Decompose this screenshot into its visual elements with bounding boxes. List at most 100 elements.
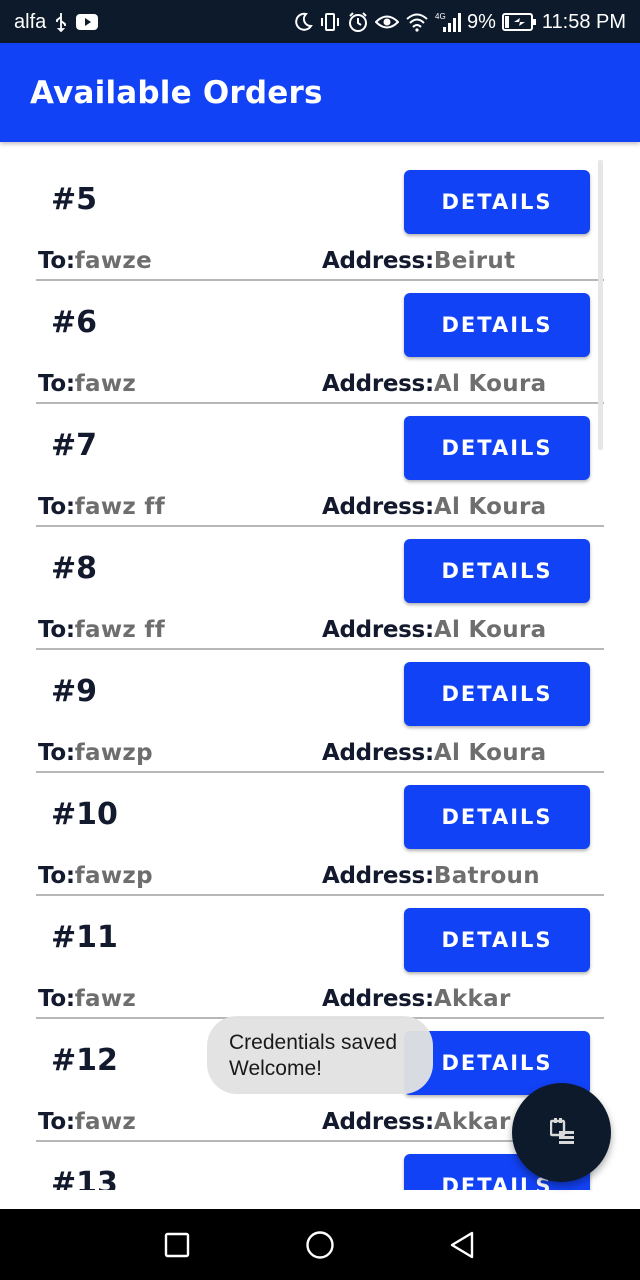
recent-apps-icon — [164, 1232, 190, 1258]
order-row: #9 DETAILS To:fawzp Address:Al Koura — [36, 650, 604, 773]
to-label: To: — [38, 248, 75, 274]
youtube-icon — [76, 11, 99, 33]
address-line: Address:Akkar — [322, 1109, 511, 1135]
battery-icon — [501, 11, 536, 33]
address-value: Al Koura — [433, 371, 547, 397]
svg-text:4G: 4G — [435, 12, 446, 21]
address-line: Address:Al Koura — [322, 740, 546, 766]
address-label: Address: — [322, 371, 434, 397]
details-button[interactable]: DETAILS — [404, 662, 590, 726]
status-left: alfa — [14, 9, 99, 35]
order-row: #8 DETAILS To:fawz ff Address:Al Koura — [36, 527, 604, 650]
to-label: To: — [38, 740, 75, 766]
recipient-name: fawz — [74, 371, 137, 397]
details-button[interactable]: DETAILS — [404, 908, 590, 972]
details-button[interactable]: DETAILS — [404, 416, 590, 480]
to-label: To: — [38, 986, 75, 1012]
recipient-line: To:fawz ff — [38, 494, 165, 520]
recipient-line: To:fawzp — [38, 740, 153, 766]
page-title: Available Orders — [30, 75, 323, 111]
recipient-name: fawz ff — [74, 617, 166, 643]
status-bar: alfa 4G 9% 11:58 PM — [0, 0, 640, 43]
address-line: Address:Beirut — [322, 248, 515, 274]
address-value: Akkar — [433, 986, 511, 1012]
recipient-name: fawz — [74, 1109, 137, 1135]
navigation-bar — [0, 1209, 640, 1280]
to-label: To: — [38, 617, 75, 643]
to-label: To: — [38, 863, 75, 889]
signal-icon: 4G — [435, 11, 461, 33]
details-button[interactable]: DETAILS — [404, 170, 590, 234]
back-icon — [450, 1231, 474, 1259]
order-number: #11 — [51, 920, 118, 955]
recipient-name: fawze — [74, 248, 152, 274]
battery-percent: 9% — [466, 10, 496, 33]
toast-line-2: Welcome! — [229, 1057, 322, 1080]
order-number: #8 — [51, 551, 98, 586]
recipient-name: fawzp — [74, 740, 153, 766]
address-line: Address:Al Koura — [322, 617, 546, 643]
recipient-name: fawz ff — [74, 494, 166, 520]
order-row: #5 DETAILS To:fawze Address:Beirut — [36, 158, 604, 281]
order-number: #7 — [51, 428, 98, 463]
clock: 11:58 PM — [541, 10, 626, 33]
address-value: Akkar — [433, 1109, 511, 1135]
to-label: To: — [38, 371, 75, 397]
details-button[interactable]: DETAILS — [404, 785, 590, 849]
back-button[interactable] — [446, 1229, 478, 1261]
home-icon — [306, 1231, 334, 1259]
home-button[interactable] — [304, 1229, 336, 1261]
address-value: Batroun — [433, 863, 540, 889]
order-number: #9 — [51, 674, 98, 709]
address-line: Address:Akkar — [322, 986, 511, 1012]
vibrate-icon — [319, 11, 341, 33]
status-right: 4G 9% 11:58 PM — [293, 9, 626, 35]
order-row: #6 DETAILS To:fawz Address:Al Koura — [36, 281, 604, 404]
eye-icon — [374, 11, 399, 33]
order-number: #5 — [51, 182, 98, 217]
order-row: #11 DETAILS To:fawz Address:Akkar — [36, 896, 604, 1019]
alarm-icon — [347, 11, 369, 33]
address-line: Address:Al Koura — [322, 494, 546, 520]
address-line: Address:Batroun — [322, 863, 540, 889]
order-row: #7 DETAILS To:fawz ff Address:Al Koura — [36, 404, 604, 527]
to-label: To: — [38, 1109, 75, 1135]
recent-apps-button[interactable] — [161, 1229, 193, 1261]
order-list-icon — [549, 1117, 574, 1148]
toast-message: Credentials saved Welcome! — [207, 1016, 433, 1094]
recipient-line: To:fawz — [38, 986, 136, 1012]
recipient-line: To:fawz ff — [38, 617, 165, 643]
address-label: Address: — [322, 248, 434, 274]
order-number: #13 — [51, 1166, 118, 1190]
order-number: #6 — [51, 305, 98, 340]
address-value: Al Koura — [433, 494, 547, 520]
address-label: Address: — [322, 494, 434, 520]
address-value: Beirut — [433, 248, 516, 274]
scrollbar[interactable] — [598, 160, 603, 450]
address-label: Address: — [322, 1109, 434, 1135]
address-line: Address:Al Koura — [322, 371, 546, 397]
details-button[interactable]: DETAILS — [404, 539, 590, 603]
recipient-line: To:fawzp — [38, 863, 153, 889]
usb-icon — [54, 11, 68, 33]
address-label: Address: — [322, 740, 434, 766]
moon-icon — [293, 11, 313, 33]
recipient-line: To:fawz — [38, 1109, 136, 1135]
address-label: Address: — [322, 986, 434, 1012]
recipient-line: To:fawz — [38, 371, 136, 397]
address-value: Al Koura — [433, 617, 547, 643]
order-number: #12 — [51, 1043, 118, 1078]
details-button[interactable]: DETAILS — [404, 293, 590, 357]
address-label: Address: — [322, 617, 434, 643]
recipient-name: fawzp — [74, 863, 153, 889]
order-row: #10 DETAILS To:fawzp Address:Batroun — [36, 773, 604, 896]
recipient-line: To:fawze — [38, 248, 152, 274]
carrier-name: alfa — [14, 10, 47, 33]
address-label: Address: — [322, 863, 434, 889]
wifi-icon — [405, 11, 429, 33]
app-bar: Available Orders — [0, 43, 640, 142]
toast-line-1: Credentials saved — [229, 1031, 398, 1054]
address-value: Al Koura — [433, 740, 547, 766]
recipient-name: fawz — [74, 986, 137, 1012]
order-list-fab[interactable] — [512, 1083, 611, 1182]
